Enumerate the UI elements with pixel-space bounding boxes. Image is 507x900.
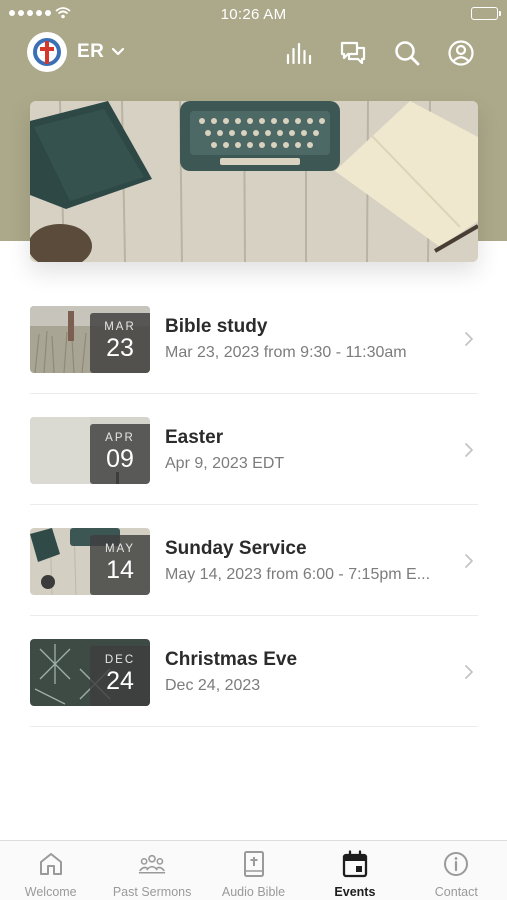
nav-label: Contact (434, 885, 478, 899)
nav-item-events[interactable]: Events (304, 841, 405, 900)
chat-icon[interactable] (338, 38, 368, 68)
chevron-right-icon (465, 332, 473, 346)
profile-icon[interactable] (446, 38, 476, 68)
event-list-item[interactable]: MAY 14 Sunday Service May 14, 2023 from … (30, 505, 478, 616)
nav-item-contact[interactable]: Contact (406, 841, 507, 900)
event-thumbnail: MAR 23 (30, 306, 150, 373)
event-thumbnail: DEC 24 (30, 639, 150, 706)
bottom-nav: Welcome Past Sermons Audio Bible Events … (0, 840, 507, 900)
battery-icon (471, 7, 501, 20)
nav-label: Audio Bible (221, 885, 286, 899)
nav-item-audio-bible[interactable]: Audio Bible (203, 841, 304, 900)
chevron-right-icon (465, 554, 473, 568)
status-bar: 10:26 AM (0, 0, 507, 28)
calendar-icon (341, 850, 369, 878)
event-date-badge: MAY 14 (90, 535, 150, 595)
event-date-badge: DEC 24 (90, 646, 150, 706)
event-date-badge: MAR 23 (90, 313, 150, 373)
nav-item-past-sermons[interactable]: Past Sermons (101, 841, 202, 900)
bible-icon (240, 850, 268, 878)
nav-item-welcome[interactable]: Welcome (0, 841, 101, 900)
event-title: Easter (165, 427, 224, 448)
event-title: Sunday Service (165, 538, 307, 559)
events-screen: 10:26 AM ER MAR 23 Bible study Mar 23, 2… (0, 0, 507, 900)
people-icon (138, 850, 166, 878)
church-logo-icon (33, 38, 61, 66)
event-thumbnail: APR 09 (30, 417, 150, 484)
nav-label: Events (334, 885, 376, 899)
event-month: MAR (104, 321, 136, 333)
event-month: MAY (104, 543, 136, 555)
hero-banner-image (30, 101, 478, 262)
chevron-down-icon[interactable] (110, 44, 126, 60)
event-day: 24 (106, 667, 134, 695)
event-subtitle: May 14, 2023 from 6:00 - 7:15pm E... (165, 566, 431, 583)
event-title: Bible study (165, 316, 268, 337)
status-time: 10:26 AM (220, 6, 287, 23)
event-day: 23 (106, 334, 134, 362)
event-list-item[interactable]: DEC 24 Christmas Eve Dec 24, 2023 (30, 616, 478, 727)
events-list: MAR 23 Bible study Mar 23, 2023 from 9:3… (30, 283, 478, 727)
event-month: DEC (104, 654, 136, 666)
chevron-right-icon (465, 443, 473, 457)
event-month: APR (105, 432, 135, 444)
church-name[interactable]: ER (77, 41, 104, 63)
chevron-right-icon (465, 665, 473, 679)
event-list-item[interactable]: APR 09 Easter Apr 9, 2023 EDT (30, 394, 478, 505)
event-date-badge: APR 09 (90, 424, 150, 484)
info-icon (442, 850, 470, 878)
nav-label: Past Sermons (112, 885, 192, 899)
event-day: 09 (106, 445, 134, 473)
event-subtitle: Mar 23, 2023 from 9:30 - 11:30am (165, 344, 407, 361)
event-subtitle: Dec 24, 2023 (165, 677, 261, 694)
event-day: 14 (106, 556, 134, 584)
home-icon (37, 850, 65, 878)
search-icon[interactable] (392, 38, 422, 68)
event-thumbnail: MAY 14 (30, 528, 150, 595)
event-list-item[interactable]: MAR 23 Bible study Mar 23, 2023 from 9:3… (30, 283, 478, 394)
church-logo[interactable] (27, 32, 67, 72)
nav-label: Welcome (24, 885, 77, 899)
live-bars-icon[interactable] (284, 38, 314, 68)
event-title: Christmas Eve (165, 649, 298, 670)
top-bar: ER (0, 30, 507, 76)
event-subtitle: Apr 9, 2023 EDT (165, 455, 285, 472)
